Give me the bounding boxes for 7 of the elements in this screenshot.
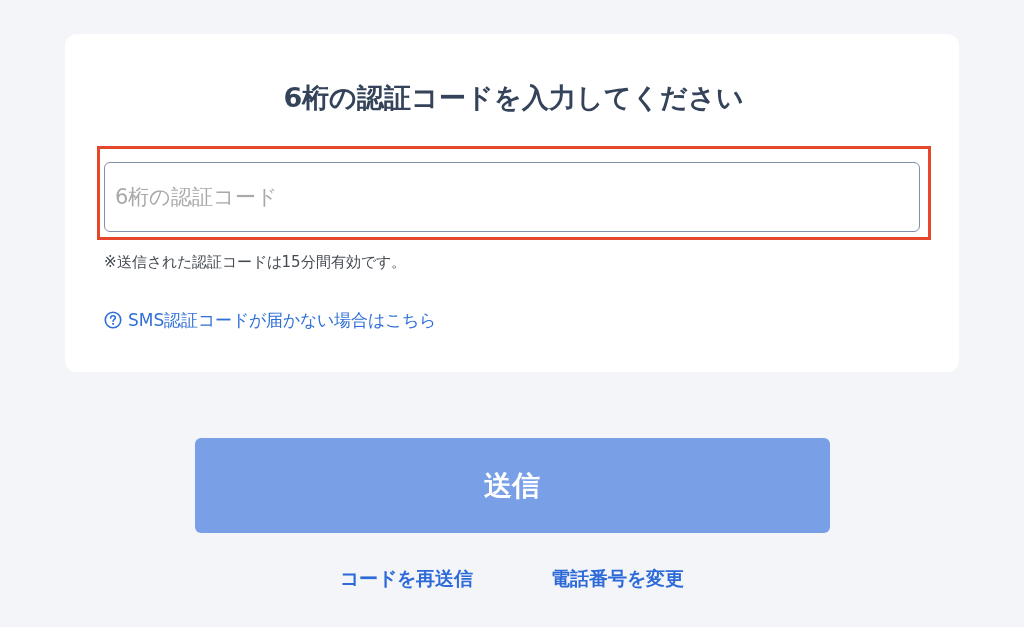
code-input[interactable]: 6桁の認証コード <box>104 162 920 232</box>
footer-link[interactable]: コードを再送信 <box>340 565 473 591</box>
form-title: 6桁の認証コードを入力してください <box>282 81 746 115</box>
help-icon <box>104 311 122 329</box>
validity-note: ※送信された認証コードは15分間有効です。 <box>104 252 407 272</box>
help-link[interactable]: SMS認証コードが届かない場合はこちら <box>104 308 437 332</box>
footer-link[interactable]: 電話番号を変更 <box>551 565 684 591</box>
